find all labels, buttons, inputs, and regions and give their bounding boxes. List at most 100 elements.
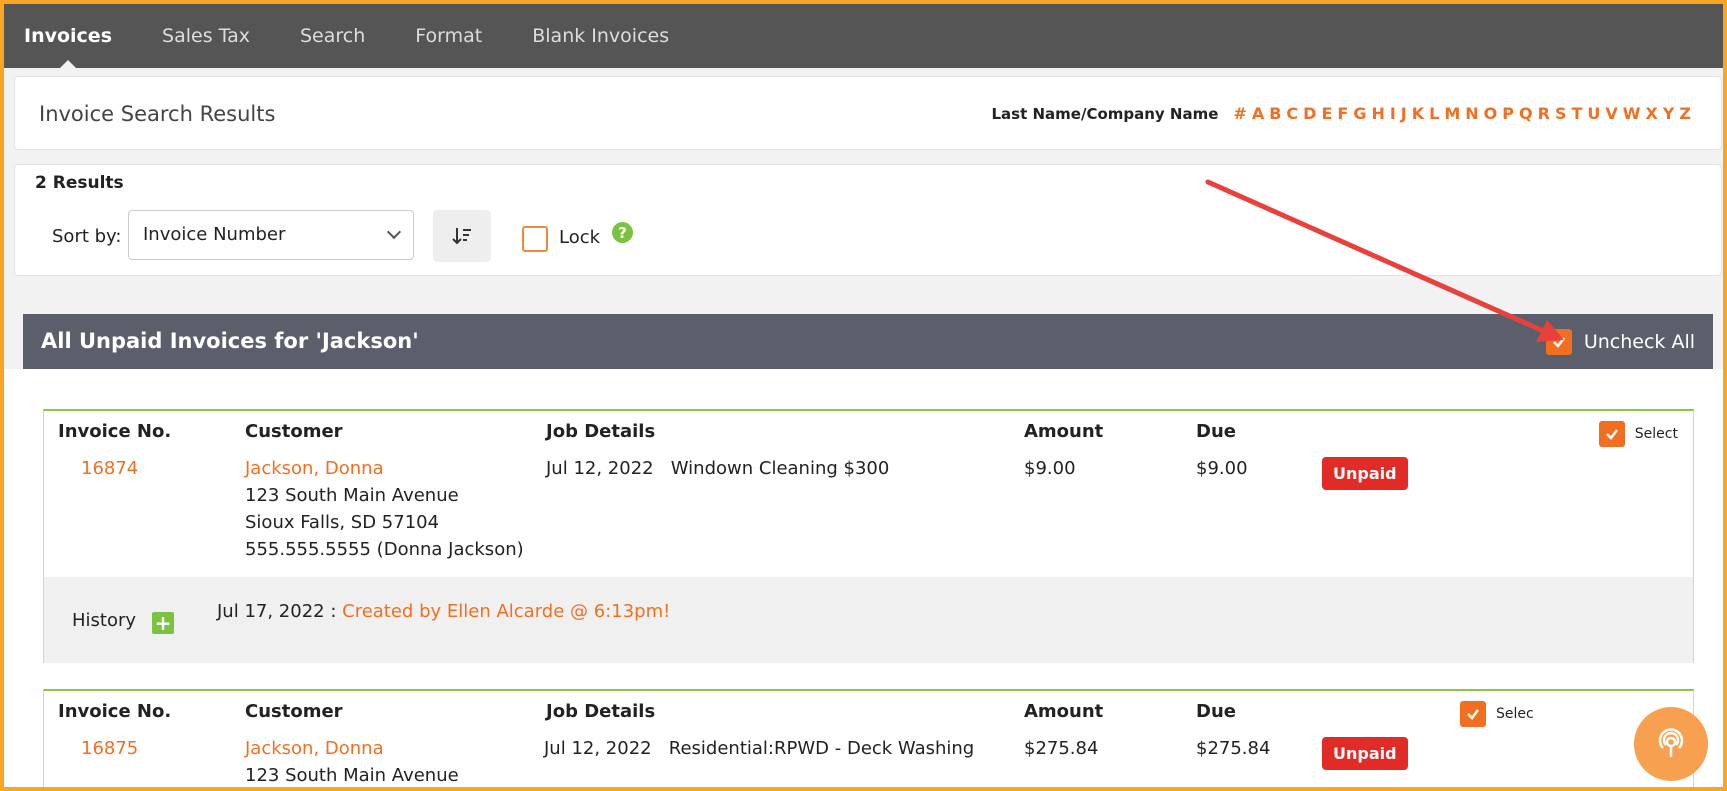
section-header: All Unpaid Invoices for 'Jackson' Unchec… bbox=[23, 314, 1713, 369]
alphabet-letter-link[interactable]: H bbox=[1371, 104, 1384, 123]
alphabet-letter-link[interactable]: D bbox=[1303, 104, 1316, 123]
history-text: Created by Ellen Alcarde @ 6:13pm! bbox=[342, 601, 671, 622]
alphabet-letter-link[interactable]: E bbox=[1321, 104, 1332, 123]
section-title: All Unpaid Invoices for 'Jackson' bbox=[41, 329, 419, 353]
invoice-number-link[interactable]: 16875 bbox=[81, 738, 138, 759]
alphabet-letter-link[interactable]: K bbox=[1412, 104, 1424, 123]
uncheck-all-control[interactable]: Uncheck All bbox=[1545, 329, 1695, 355]
invoice-card: Invoice No. Customer Job Details Amount … bbox=[43, 689, 1694, 787]
alphabet-letter-link[interactable]: A bbox=[1252, 104, 1264, 123]
broadcast-fab-button[interactable] bbox=[1634, 707, 1708, 781]
alphabet-letter-link[interactable]: G bbox=[1353, 104, 1366, 123]
col-header-invoice-no: Invoice No. bbox=[58, 701, 172, 722]
select-control[interactable]: Selec bbox=[1460, 701, 1534, 727]
plus-icon[interactable]: + bbox=[152, 611, 174, 635]
sort-select-value: Invoice Number bbox=[143, 224, 286, 245]
col-header-customer: Customer bbox=[245, 421, 343, 442]
customer-info: Jackson, Donna 123 South Main Avenue Sio… bbox=[245, 455, 524, 563]
uncheck-all-checkbox[interactable] bbox=[1545, 329, 1572, 355]
results-header-card: Invoice Search Results Last Name/Company… bbox=[14, 76, 1722, 150]
select-label: Selec bbox=[1496, 706, 1534, 722]
alphabet-filter: Last Name/Company Name # A B C D E F G H I J K L M N O P… bbox=[991, 104, 1691, 123]
select-control[interactable]: Select bbox=[1598, 421, 1678, 447]
help-icon[interactable]: ? bbox=[612, 222, 633, 243]
col-header-amount: Amount bbox=[1024, 701, 1104, 722]
tab-format[interactable]: Format bbox=[415, 4, 482, 68]
select-checkbox[interactable] bbox=[1460, 701, 1486, 727]
checkmark-icon bbox=[1467, 709, 1479, 720]
customer-phone: 555.555.5555 (Donna Jackson) bbox=[245, 539, 524, 560]
invoice-due: $275.84 bbox=[1196, 738, 1271, 759]
sort-controls-card: 2 Results Sort by: Invoice Number Lock ? bbox=[14, 164, 1722, 276]
invoice-card: Invoice No. Customer Job Details Amount … bbox=[43, 409, 1694, 663]
alphabet-letter-link[interactable]: S bbox=[1555, 104, 1567, 123]
alphabet-letter-link[interactable]: B bbox=[1269, 104, 1281, 123]
alphabet-filter-label: Last Name/Company Name bbox=[991, 104, 1219, 123]
col-header-due: Due bbox=[1196, 701, 1236, 722]
status-badge-unpaid: Unpaid bbox=[1322, 457, 1408, 490]
alphabet-letter-link[interactable]: W bbox=[1623, 104, 1641, 123]
alphabet-letter-link[interactable]: Z bbox=[1679, 104, 1691, 123]
app-frame: Invoices Sales Tax Search Format Blank I… bbox=[0, 0, 1727, 791]
alphabet-letter-link[interactable]: P bbox=[1502, 104, 1514, 123]
job-date: Jul 12, 2022 bbox=[546, 458, 654, 479]
sort-descending-icon bbox=[452, 228, 471, 245]
col-header-amount: Amount bbox=[1024, 421, 1104, 442]
select-checkbox[interactable] bbox=[1598, 421, 1625, 447]
history-row: History + Jul 17, 2022 : Created by Elle… bbox=[44, 577, 1693, 663]
alphabet-letter-link[interactable]: # bbox=[1233, 104, 1246, 123]
customer-address-line2: Sioux Falls, SD 57104 bbox=[245, 512, 440, 533]
alphabet-letter-link[interactable]: Y bbox=[1663, 104, 1675, 123]
broadcast-icon bbox=[1658, 728, 1684, 757]
alphabet-letter-link[interactable]: V bbox=[1605, 104, 1617, 123]
col-header-invoice-no: Invoice No. bbox=[58, 421, 172, 442]
alphabet-letter-link[interactable]: L bbox=[1429, 104, 1439, 123]
invoice-number-link[interactable]: 16874 bbox=[81, 458, 138, 479]
customer-address-line1: 123 South Main Avenue bbox=[245, 765, 459, 786]
page-title: Invoice Search Results bbox=[39, 102, 276, 126]
top-nav: Invoices Sales Tax Search Format Blank I… bbox=[4, 4, 1723, 68]
col-header-job-details: Job Details bbox=[546, 701, 656, 722]
chevron-down-icon bbox=[386, 224, 402, 240]
col-header-due: Due bbox=[1196, 421, 1236, 442]
customer-info: Jackson, Donna 123 South Main Avenue bbox=[245, 735, 459, 787]
sort-direction-button[interactable] bbox=[433, 210, 491, 262]
lock-checkbox[interactable] bbox=[522, 226, 548, 252]
alphabet-letter-link[interactable]: F bbox=[1337, 104, 1348, 123]
history-entry: Jul 17, 2022 : Created by Ellen Alcarde … bbox=[217, 601, 670, 622]
history-label: History bbox=[72, 610, 137, 631]
sort-label: Sort by: bbox=[52, 226, 122, 247]
alphabet-letter-link[interactable]: C bbox=[1286, 104, 1298, 123]
alphabet-letter-link[interactable]: X bbox=[1645, 104, 1657, 123]
select-label: Select bbox=[1634, 426, 1678, 442]
col-header-job-details: Job Details bbox=[546, 421, 656, 442]
alphabet-letter-link[interactable]: M bbox=[1444, 104, 1460, 123]
customer-name-link[interactable]: Jackson, Donna bbox=[245, 455, 524, 482]
job-details: Jul 12, 2022 Windown Cleaning $300 bbox=[546, 458, 889, 479]
alphabet-letter-link[interactable]: U bbox=[1587, 104, 1600, 123]
alphabet-letter-link[interactable]: N bbox=[1465, 104, 1478, 123]
status-badge-unpaid: Unpaid bbox=[1322, 737, 1408, 770]
job-details: Jul 12, 2022 Residential:RPWD - Deck Was… bbox=[544, 738, 974, 759]
tab-invoices[interactable]: Invoices bbox=[24, 4, 112, 68]
tab-search[interactable]: Search bbox=[300, 4, 365, 68]
sort-select[interactable]: Invoice Number bbox=[128, 210, 414, 260]
customer-address-line1: 123 South Main Avenue bbox=[245, 485, 459, 506]
tab-sales-tax[interactable]: Sales Tax bbox=[162, 4, 250, 68]
alphabet-letter-link[interactable]: T bbox=[1571, 104, 1582, 123]
customer-name-link[interactable]: Jackson, Donna bbox=[245, 735, 459, 762]
uncheck-all-label: Uncheck All bbox=[1583, 331, 1695, 353]
alphabet-letter-link[interactable]: R bbox=[1538, 104, 1550, 123]
job-description: Windown Cleaning $300 bbox=[670, 458, 890, 479]
invoice-due: $9.00 bbox=[1196, 458, 1248, 479]
tab-blank-invoices[interactable]: Blank Invoices bbox=[532, 4, 669, 68]
checkmark-icon bbox=[1552, 337, 1565, 348]
alphabet-letter-link[interactable]: O bbox=[1484, 104, 1498, 123]
alphabet-letter-link[interactable]: I bbox=[1390, 104, 1396, 123]
alphabet-letter-link[interactable]: J bbox=[1401, 104, 1407, 123]
history-date: Jul 17, 2022 : bbox=[217, 601, 337, 622]
job-description: Residential:RPWD - Deck Washing bbox=[668, 738, 975, 759]
results-count: 2 Results bbox=[35, 173, 124, 193]
alphabet-letter-link[interactable]: Q bbox=[1519, 104, 1533, 123]
lock-label: Lock bbox=[559, 227, 601, 248]
